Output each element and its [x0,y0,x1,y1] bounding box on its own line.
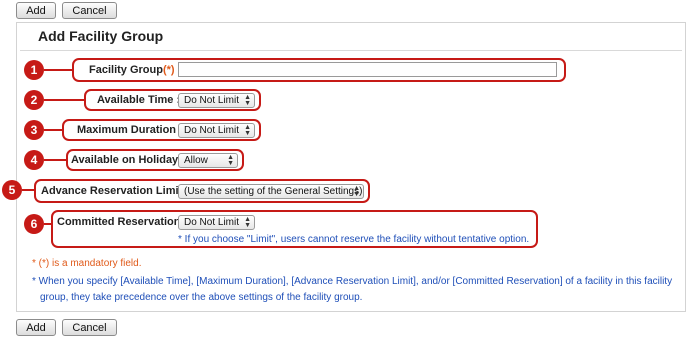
committed-reservation-label-text: Committed Reservation [57,216,181,228]
callout-connector-4 [44,159,67,161]
advance-reservation-limit-label-text: Advance Reservation Limit [41,185,183,197]
callout-marker-1: 1 [24,60,44,80]
mandatory-field-note: * (*) is a mandatory field. [32,258,142,269]
maximum-duration-label-text: Maximum Duration [77,124,177,136]
callout-connector-3 [44,129,63,131]
add-button-bottom[interactable]: Add [16,319,56,336]
facility-group-label: Facility Group(*): [89,64,181,76]
available-on-holiday-select[interactable]: Allow ▲ ▼ [178,153,238,168]
up-down-arrows-icon: ▲ ▼ [244,124,251,137]
page-title: Add Facility Group [38,28,164,44]
available-time-selected: Do Not Limit [184,95,240,106]
callout-marker-2: 2 [24,90,44,110]
callout-marker-5: 5 [2,180,22,200]
advance-reservation-limit-select[interactable]: (Use the setting of the General Settings… [178,184,364,199]
available-on-holiday-label: Available on Holiday: [71,154,185,166]
precedence-note-line1: * When you specify [Available Time], [Ma… [32,276,673,287]
available-on-holiday-label-text: Available on Holiday [71,154,179,166]
up-down-arrows-icon: ▲ ▼ [227,154,234,167]
committed-reservation-selected: Do Not Limit [184,217,240,228]
add-button[interactable]: Add [16,2,56,19]
required-mark: (*) [162,64,175,76]
callout-marker-4: 4 [24,150,44,170]
facility-group-label-text: Facility Group [89,64,163,76]
available-time-label: Available Time: [97,94,180,106]
maximum-duration-select[interactable]: Do Not Limit ▲ ▼ [178,123,255,138]
facility-group-input[interactable] [178,62,557,77]
committed-reservation-hint: * If you choose "Limit", users cannot re… [178,234,530,245]
callout-marker-6: 6 [24,214,44,234]
available-on-holiday-selected: Allow [184,155,208,166]
callout-connector-1 [44,69,73,71]
available-time-select[interactable]: Do Not Limit ▲ ▼ [178,93,255,108]
callout-connector-2 [44,99,85,101]
title-divider [20,50,682,51]
up-down-arrows-icon: ▲ ▼ [244,94,251,107]
committed-reservation-label: Committed Reservation: [57,216,187,228]
up-down-arrows-icon: ▲ ▼ [353,185,360,198]
available-time-label-text: Available Time [97,94,174,106]
advance-reservation-limit-label: Advance Reservation Limit: [41,185,189,197]
maximum-duration-selected: Do Not Limit [184,125,240,136]
cancel-button[interactable]: Cancel [62,2,117,19]
maximum-duration-label: Maximum Duration: [77,124,183,136]
callout-marker-3: 3 [24,120,44,140]
precedence-note-line2: group, they take precedence over the abo… [40,292,363,303]
committed-reservation-select[interactable]: Do Not Limit ▲ ▼ [178,215,255,230]
advance-reservation-limit-selected: (Use the setting of the General Settings… [184,186,363,197]
cancel-button-bottom[interactable]: Cancel [62,319,117,336]
up-down-arrows-icon: ▲ ▼ [244,216,251,229]
